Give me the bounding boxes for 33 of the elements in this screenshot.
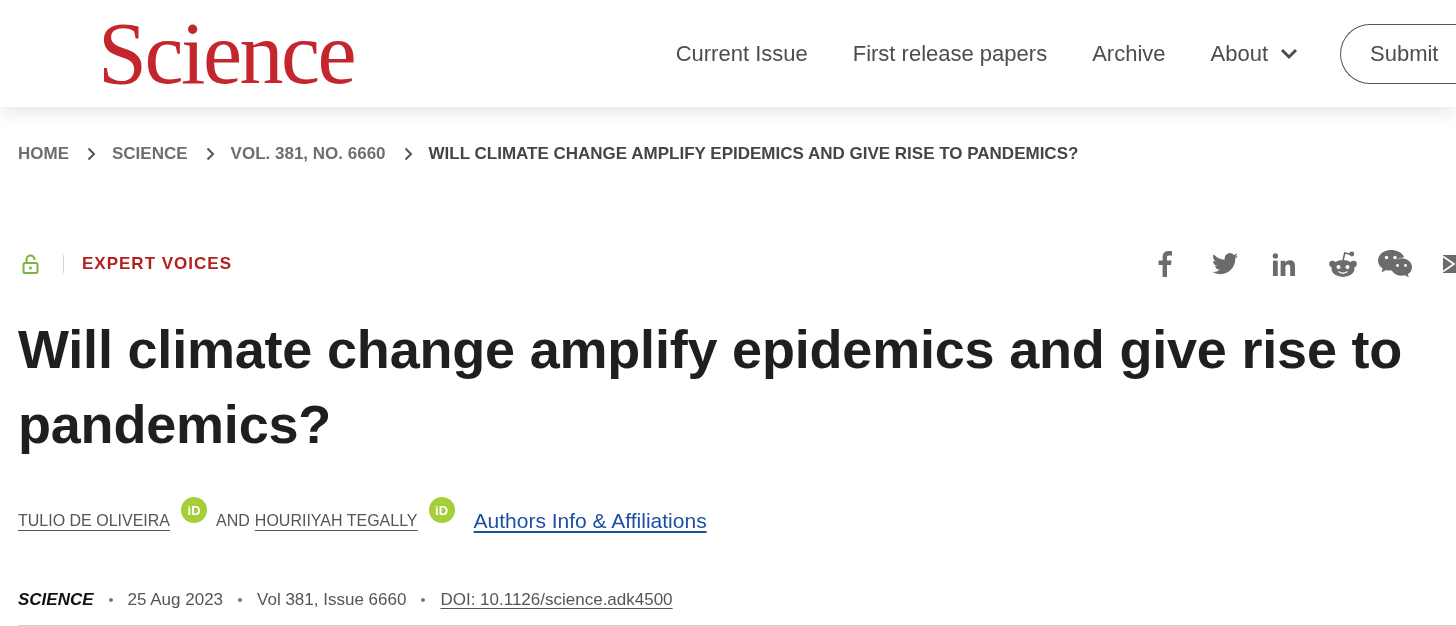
breadcrumb-link[interactable]: SCIENCE bbox=[112, 144, 188, 164]
authors-info-link[interactable]: Authors Info & Affiliations bbox=[473, 509, 707, 533]
breadcrumb-link[interactable]: HOME bbox=[18, 144, 69, 164]
logo[interactable]: Science bbox=[98, 9, 355, 98]
author-link[interactable]: HOURIIYAH TEGALLY bbox=[254, 509, 418, 533]
doi-link[interactable]: DOI: 10.1126/science.adk4500 bbox=[440, 590, 673, 610]
section-label: EXPERT VOICES bbox=[82, 254, 232, 274]
submit-button[interactable]: Submit bbox=[1340, 23, 1456, 84]
separator-dot-icon bbox=[108, 598, 113, 602]
chevron-right-icon bbox=[205, 147, 215, 161]
separator-dot-icon bbox=[421, 598, 426, 602]
envelope-icon[interactable] bbox=[1443, 254, 1456, 274]
breadcrumb-current: WILL CLIMATE CHANGE AMPLIFY EPIDEMICS AND GIVE RISE TO PANDEMICS? bbox=[428, 144, 1079, 164]
nav-link[interactable]: Current Issue bbox=[675, 40, 808, 67]
author-joiner: AND bbox=[216, 511, 250, 531]
breadcrumb-link[interactable]: VOL. 381, NO. 6660 bbox=[230, 144, 386, 164]
linkedin-icon[interactable] bbox=[1272, 252, 1295, 276]
journal-name: SCIENCE bbox=[18, 590, 94, 610]
article-title: Will climate change amplify epidemics and give rise to pandemics? bbox=[18, 318, 1404, 456]
nav-link[interactable]: Archive bbox=[1092, 40, 1166, 67]
chat-bubbles-icon[interactable] bbox=[1378, 250, 1412, 278]
publication-date: 25 Aug 2023 bbox=[127, 590, 224, 610]
separator-dot-icon bbox=[238, 598, 243, 602]
alien-icon[interactable] bbox=[1328, 250, 1358, 278]
chevron-down-icon bbox=[1280, 47, 1298, 60]
volume-issue: Vol 381, Issue 6660 bbox=[257, 590, 407, 610]
nav-dropdown[interactable]: About bbox=[1210, 40, 1298, 67]
facebook-icon[interactable] bbox=[1158, 251, 1172, 277]
author-link[interactable]: TULIO DE OLIVEIRA bbox=[18, 509, 171, 533]
chevron-right-icon bbox=[403, 147, 413, 161]
chevron-right-icon bbox=[87, 147, 96, 161]
bird-icon[interactable] bbox=[1212, 253, 1238, 275]
nav-link[interactable]: First release papers bbox=[852, 40, 1048, 67]
